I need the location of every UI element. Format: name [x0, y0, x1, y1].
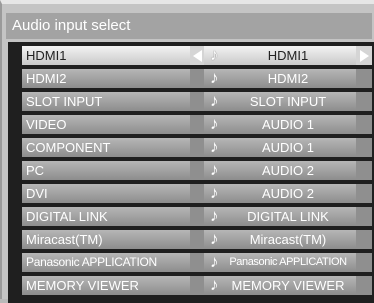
list-item-slot-input[interactable]: SLOT INPUT ♪ SLOT INPUT — [14, 92, 374, 112]
audio-value-text: HDMI1 — [267, 48, 309, 63]
right-arrow-icon — [356, 138, 372, 157]
audio-value-text: DIGITAL LINK — [247, 209, 329, 224]
list-item-hdmi2[interactable]: HDMI2 ♪ HDMI2 — [14, 69, 374, 89]
list-item-hdmi1[interactable]: HDMI1 ♪ HDMI1 — [14, 46, 374, 66]
input-label: PC — [22, 161, 200, 180]
list-item-digital-link[interactable]: DIGITAL LINK ♪ DIGITAL LINK — [14, 207, 374, 227]
audio-value[interactable]: ♪ MEMORY VIEWER — [204, 276, 356, 295]
right-arrow-icon — [356, 207, 372, 226]
osd-frame: Audio input select HDMI1 ♪ HDMI1 HDMI2 ♪… — [0, 0, 374, 303]
audio-value[interactable]: ♪ HDMI2 — [204, 69, 356, 88]
audio-value[interactable]: ♪ DIGITAL LINK — [204, 207, 356, 226]
music-note-icon: ♪ — [210, 69, 219, 87]
music-note-icon: ♪ — [210, 161, 219, 179]
music-note-icon: ♪ — [210, 230, 219, 248]
music-note-icon: ♪ — [210, 138, 219, 156]
audio-value-text: AUDIO 1 — [261, 140, 314, 155]
audio-input-list: HDMI1 ♪ HDMI1 HDMI2 ♪ HDMI2 SLOT INPUT ♪… — [8, 42, 374, 303]
right-arrow-icon — [356, 253, 372, 272]
list-item-video[interactable]: VIDEO ♪ AUDIO 1 — [14, 115, 374, 135]
music-note-icon: ♪ — [210, 207, 219, 225]
input-label: HDMI1 — [22, 46, 200, 65]
right-arrow-icon[interactable] — [356, 46, 372, 65]
audio-value-text: HDMI2 — [267, 71, 309, 86]
audio-value-text: AUDIO 2 — [261, 163, 314, 178]
right-arrow-icon — [356, 115, 372, 134]
list-item-memory-viewer[interactable]: MEMORY VIEWER ♪ MEMORY VIEWER — [14, 276, 374, 296]
right-arrow-icon — [356, 161, 372, 180]
list-item-panasonic-application[interactable]: Panasonic APPLICATION ♪ Panasonic APPLIC… — [14, 253, 374, 273]
audio-value-text: AUDIO 2 — [261, 186, 314, 201]
list-item-dvi[interactable]: DVI ♪ AUDIO 2 — [14, 184, 374, 204]
audio-value[interactable]: ♪ AUDIO 2 — [204, 161, 356, 180]
input-label: DIGITAL LINK — [22, 207, 200, 226]
input-label: Panasonic APPLICATION — [22, 253, 200, 272]
audio-value[interactable]: ♪ HDMI1 — [204, 46, 356, 65]
audio-value[interactable]: ♪ AUDIO 1 — [204, 138, 356, 157]
input-label: COMPONENT — [22, 138, 200, 157]
input-label: Miracast(TM) — [22, 230, 200, 249]
menu-title: Audio input select — [6, 13, 372, 39]
audio-value[interactable]: ♪ SLOT INPUT — [204, 92, 356, 111]
audio-value-text: Panasonic APPLICATION — [229, 256, 347, 268]
audio-value[interactable]: ♪ AUDIO 2 — [204, 184, 356, 203]
input-label: DVI — [22, 184, 200, 203]
right-arrow-icon — [356, 92, 372, 111]
audio-value[interactable]: ♪ AUDIO 1 — [204, 115, 356, 134]
audio-value-text: Miracast(TM) — [249, 232, 327, 247]
audio-value-text: MEMORY VIEWER — [231, 278, 345, 293]
music-note-icon: ♪ — [210, 184, 219, 202]
music-note-icon: ♪ — [210, 92, 219, 110]
music-note-icon: ♪ — [210, 46, 219, 64]
list-item-pc[interactable]: PC ♪ AUDIO 2 — [14, 161, 374, 181]
list-item-component[interactable]: COMPONENT ♪ AUDIO 1 — [14, 138, 374, 158]
input-label: SLOT INPUT — [22, 92, 200, 111]
music-note-icon: ♪ — [210, 276, 219, 294]
list-item-miracast[interactable]: Miracast(TM) ♪ Miracast(TM) — [14, 230, 374, 250]
audio-value[interactable]: ♪ Panasonic APPLICATION — [204, 253, 356, 272]
music-note-icon: ♪ — [210, 115, 219, 133]
input-label: MEMORY VIEWER — [22, 276, 200, 295]
input-label: HDMI2 — [22, 69, 200, 88]
music-note-icon: ♪ — [210, 253, 219, 271]
right-arrow-icon — [356, 276, 372, 295]
right-arrow-icon — [356, 230, 372, 249]
audio-value-text: SLOT INPUT — [249, 94, 327, 109]
right-arrow-icon — [356, 69, 372, 88]
audio-value-text: AUDIO 1 — [261, 117, 314, 132]
input-label: VIDEO — [22, 115, 200, 134]
right-arrow-icon — [356, 184, 372, 203]
audio-value[interactable]: ♪ Miracast(TM) — [204, 230, 356, 249]
